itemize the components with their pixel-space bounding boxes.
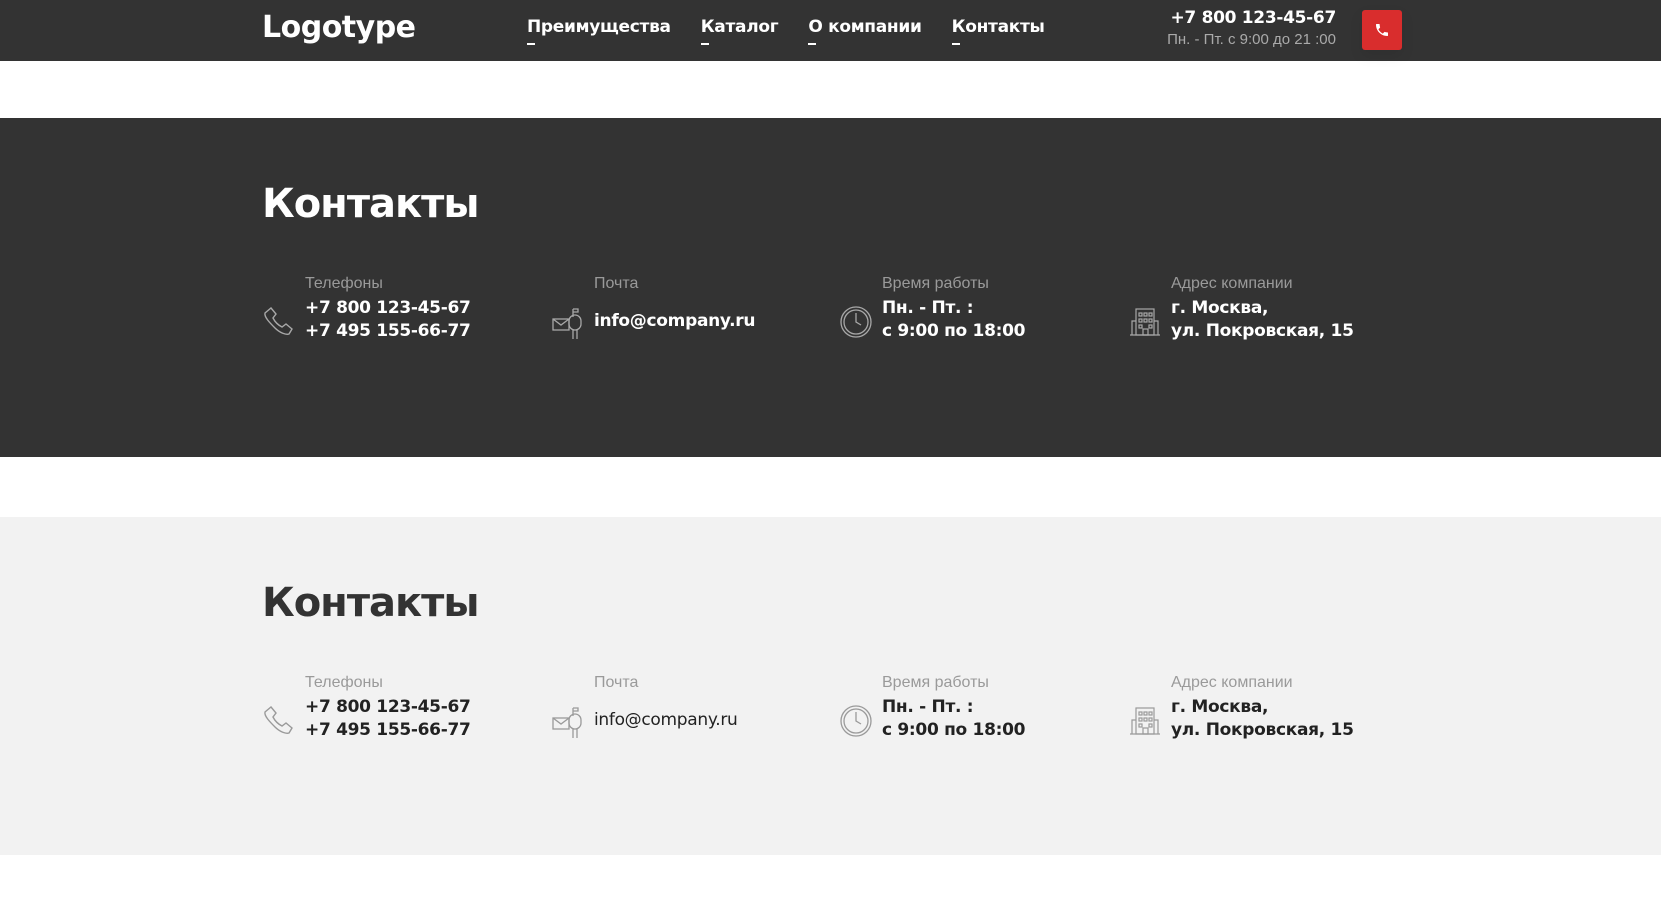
phones-label: Телефоны	[305, 275, 383, 292]
phone-number-1[interactable]: +7 800 123-45-67	[305, 297, 471, 320]
hours-value: Пн. - Пт. : с 9:00 по 18:00	[882, 297, 1025, 343]
address-city: г. Москва,	[1171, 298, 1269, 318]
address-label: Адрес компании	[1171, 275, 1293, 292]
hours-days: Пн. - Пт. :	[882, 697, 974, 717]
phone-number-1[interactable]: +7 800 123-45-67	[305, 696, 471, 719]
contact-mail: Почта info@company.ru	[551, 275, 831, 345]
hours-time: с 9:00 по 18:00	[882, 720, 1026, 740]
address-label: Адрес компании	[1171, 674, 1293, 691]
hours-label: Время работы	[882, 275, 989, 292]
address-street: ул. Покровская, 15	[1171, 321, 1354, 341]
hours-days: Пн. - Пт. :	[882, 298, 974, 318]
nav-item-about[interactable]: О компании	[808, 17, 922, 45]
mail-label: Почта	[594, 674, 639, 691]
address-value: г. Москва, ул. Покровская, 15	[1171, 297, 1354, 343]
address-city: г. Москва,	[1171, 697, 1269, 717]
hours-time: с 9:00 по 18:00	[882, 321, 1026, 341]
phones-label: Телефоны	[305, 674, 383, 691]
contact-address: Адрес компании г. Москва, ул. Покровская…	[1128, 275, 1408, 345]
phone-handset-icon	[262, 305, 296, 339]
contacts-section-light: Контакты Телефоны +7 800 123-45-67 +7 49…	[0, 517, 1661, 855]
mail-value[interactable]: info@company.ru	[594, 310, 755, 333]
contact-address: Адрес компании г. Москва, ул. Покровская…	[1128, 674, 1408, 744]
phone-number-2[interactable]: +7 495 155-66-77	[305, 719, 471, 742]
nav-item-catalog[interactable]: Каталог	[700, 17, 779, 45]
call-button[interactable]	[1362, 10, 1402, 50]
site-header: Logotype Преимущества Каталог О компании…	[0, 0, 1661, 61]
mail-label: Почта	[594, 275, 639, 292]
contact-phones: Телефоны +7 800 123-45-67 +7 495 155-66-…	[262, 674, 542, 744]
phone-number-2[interactable]: +7 495 155-66-77	[305, 320, 471, 343]
building-icon	[1128, 305, 1162, 339]
hours-value: Пн. - Пт. : с 9:00 по 18:00	[882, 696, 1025, 742]
section-title: Контакты	[262, 580, 479, 626]
phone-numbers: +7 800 123-45-67 +7 495 155-66-77	[305, 297, 471, 343]
contact-hours: Время работы Пн. - Пт. : с 9:00 по 18:00	[839, 674, 1119, 744]
mail-value[interactable]: info@company.ru	[594, 709, 738, 732]
mailbox-icon	[551, 307, 585, 341]
section-title: Контакты	[262, 181, 479, 227]
clock-icon	[839, 704, 873, 738]
building-icon	[1128, 704, 1162, 738]
contact-phones: Телефоны +7 800 123-45-67 +7 495 155-66-…	[262, 275, 542, 345]
contacts-section-dark: Контакты Телефоны +7 800 123-45-67 +7 49…	[0, 118, 1661, 457]
address-value: г. Москва, ул. Покровская, 15	[1171, 696, 1354, 742]
clock-icon	[839, 305, 873, 339]
header-hours: Пн. - Пт. с 9:00 до 21 :00	[1167, 31, 1336, 48]
phone-numbers: +7 800 123-45-67 +7 495 155-66-77	[305, 696, 471, 742]
phone-icon	[1374, 22, 1390, 38]
phone-handset-icon	[262, 704, 296, 738]
nav-item-contacts[interactable]: Контакты	[951, 17, 1045, 45]
header-phone[interactable]: +7 800 123-45-67	[1170, 8, 1336, 28]
hours-label: Время работы	[882, 674, 989, 691]
contact-mail: Почта info@company.ru	[551, 674, 831, 744]
logo[interactable]: Logotype	[262, 10, 416, 45]
address-street: ул. Покровская, 15	[1171, 720, 1354, 740]
contact-hours: Время работы Пн. - Пт. : с 9:00 по 18:00	[839, 275, 1119, 345]
nav-item-advantages[interactable]: Преимущества	[527, 17, 671, 45]
main-nav: Преимущества Каталог О компании Контакты	[527, 17, 1045, 45]
mailbox-icon	[551, 706, 585, 740]
